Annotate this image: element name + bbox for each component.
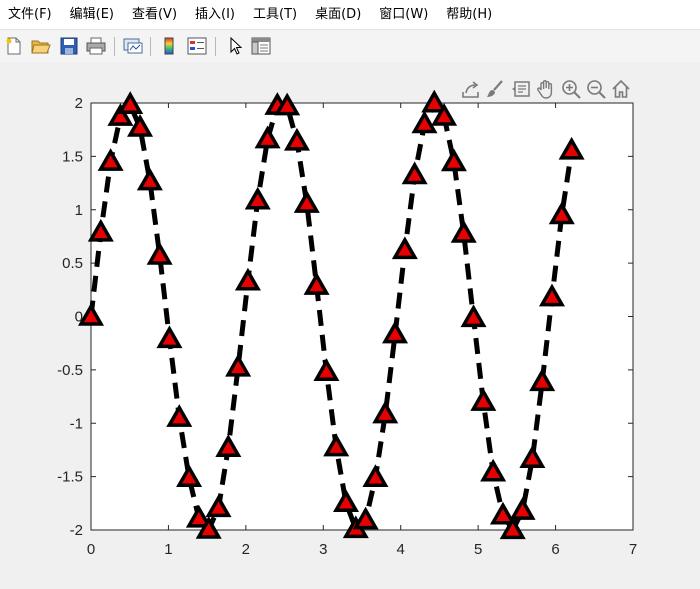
y-tick-label: -1 <box>70 415 83 432</box>
pan-hand-icon[interactable] <box>535 78 557 100</box>
x-tick-label: 4 <box>397 541 405 558</box>
y-tick-label: 2 <box>75 95 83 112</box>
brush-icon[interactable] <box>484 78 506 100</box>
x-tick-label: 2 <box>242 541 250 558</box>
y-tick-label: -1.5 <box>57 469 83 486</box>
home-icon[interactable] <box>610 78 632 100</box>
y-tick-label: -0.5 <box>57 362 83 379</box>
x-tick-label: 1 <box>164 541 172 558</box>
zoom-in-icon[interactable] <box>560 78 582 100</box>
y-tick-label: -2 <box>70 522 83 539</box>
x-tick-label: 6 <box>551 541 559 558</box>
y-tick-label: 1.5 <box>62 148 83 165</box>
data-tip-icon[interactable] <box>510 78 532 100</box>
x-tick-label: 3 <box>319 541 327 558</box>
y-tick-label: 0.5 <box>62 255 83 272</box>
x-tick-label: 5 <box>474 541 482 558</box>
zoom-out-icon[interactable] <box>585 78 607 100</box>
export-icon[interactable] <box>460 78 482 100</box>
x-tick-label: 7 <box>629 541 637 558</box>
data-point-marker <box>117 91 144 114</box>
axes-toolbar <box>460 78 635 100</box>
y-tick-label: 1 <box>75 202 83 219</box>
x-tick-label: 0 <box>87 541 95 558</box>
